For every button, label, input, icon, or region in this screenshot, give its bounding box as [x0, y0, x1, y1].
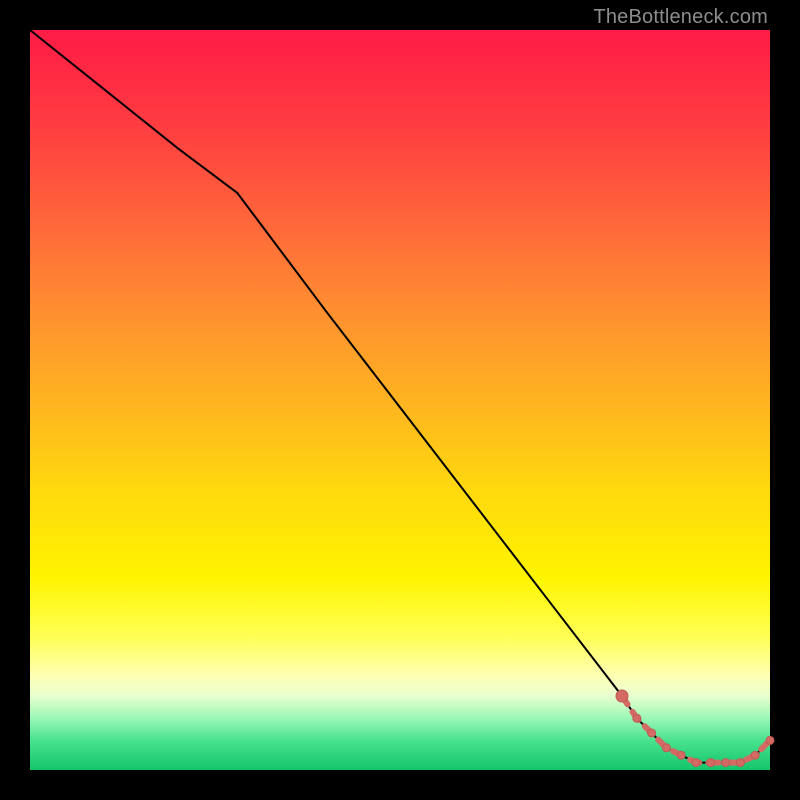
watermark-text: TheBottleneck.com — [593, 6, 768, 29]
chart-overlay — [30, 30, 770, 770]
highlight-dot — [751, 751, 759, 759]
highlight-dot — [633, 714, 641, 722]
highlight-dot — [722, 759, 730, 767]
highlight-dot — [677, 751, 685, 759]
highlight-dot — [766, 736, 774, 744]
highlight-dot — [736, 759, 744, 767]
highlight-dot — [648, 729, 656, 737]
highlight-dashed-line — [622, 696, 770, 763]
highlight-dot — [707, 759, 715, 767]
highlight-dot — [616, 690, 628, 702]
highlight-dot — [662, 744, 670, 752]
chart-frame: TheBottleneck.com — [0, 0, 800, 800]
highlight-dot — [692, 759, 700, 767]
curve-line — [30, 30, 770, 763]
